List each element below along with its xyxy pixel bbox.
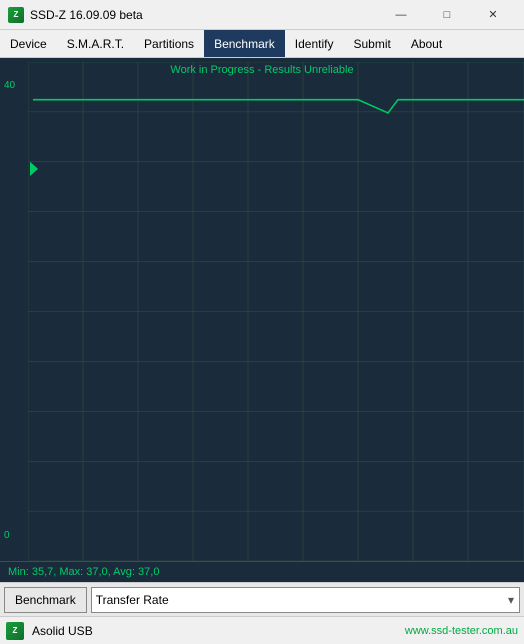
bottom-toolbar: Benchmark Transfer RateAccess TimeIOPS ▾ [0,582,524,616]
menu-bar: DeviceS.M.A.R.T.PartitionsBenchmarkIdent… [0,30,524,58]
window-controls: — □ ✕ [378,0,516,30]
chart-svg [28,62,524,561]
chart-area: Work in Progress - Results Unreliable 40… [0,58,524,561]
status-app-icon: Z [6,622,24,640]
y-axis-top: 40 [4,80,15,91]
transfer-rate-dropdown-wrapper: Transfer RateAccess TimeIOPS ▾ [91,587,520,613]
menu-item-partitions[interactable]: Partitions [134,30,204,57]
menu-item-s-m-a-r-t-[interactable]: S.M.A.R.T. [57,30,134,57]
main-content: Work in Progress - Results Unreliable 40… [0,58,524,582]
minimize-button[interactable]: — [378,0,424,30]
website-link: www.ssd-tester.com.au [405,625,518,637]
metric-dropdown[interactable]: Transfer RateAccess TimeIOPS [91,587,520,613]
menu-item-about[interactable]: About [401,30,452,57]
device-name: Asolid USB [32,624,397,638]
maximize-button[interactable]: □ [424,0,470,30]
menu-item-device[interactable]: Device [0,30,57,57]
chart-stats: Min: 35,7, Max: 37,0, Avg: 37,0 [8,566,159,578]
status-bar: Z Asolid USB www.ssd-tester.com.au [0,616,524,644]
benchmark-button[interactable]: Benchmark [4,587,87,613]
menu-item-benchmark[interactable]: Benchmark [204,30,285,57]
title-bar: Z SSD-Z 16.09.09 beta — □ ✕ [0,0,524,30]
app-icon: Z [8,7,24,23]
menu-item-identify[interactable]: Identify [285,30,344,57]
menu-item-submit[interactable]: Submit [343,30,400,57]
close-button[interactable]: ✕ [470,0,516,30]
stats-bar: Min: 35,7, Max: 37,0, Avg: 37,0 [0,561,524,582]
y-axis-bottom: 0 [4,530,10,541]
app-title: SSD-Z 16.09.09 beta [30,8,378,22]
